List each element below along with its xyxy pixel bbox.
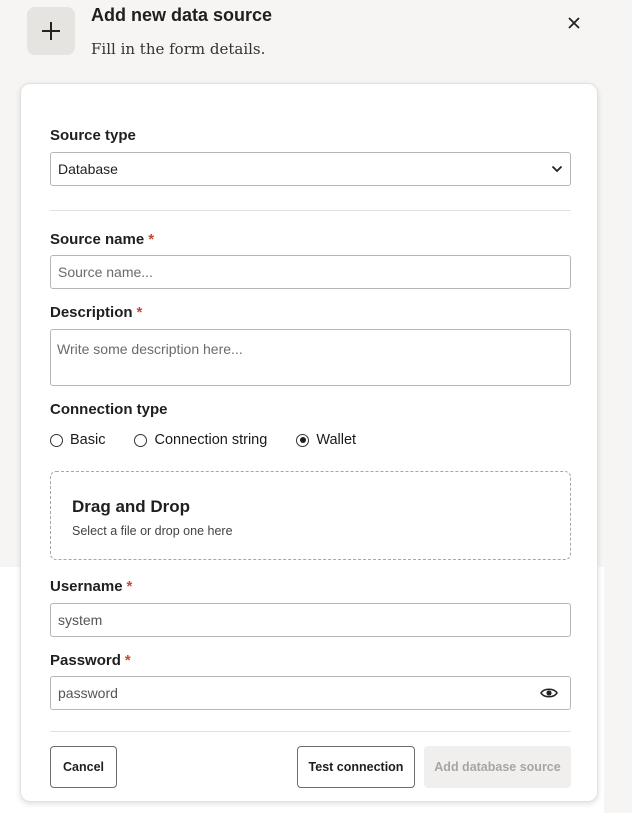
source-name-label: Source name * [50, 231, 155, 248]
username-value: system [58, 612, 103, 628]
chevron-down-icon [551, 165, 563, 173]
footer-divider [50, 731, 571, 732]
close-button[interactable] [563, 12, 585, 34]
show-password-button[interactable] [540, 685, 558, 701]
eye-icon [540, 688, 558, 698]
radio-option-connection-string[interactable]: Connection string [134, 432, 267, 448]
username-label: Username * [50, 578, 133, 595]
radio-button[interactable] [134, 433, 148, 447]
dropzone-title: Drag and Drop [72, 497, 191, 516]
source-type-value: Database [58, 161, 118, 177]
connection-type-radio-group: Basic Connection string Wallet [50, 432, 356, 448]
radio-dot [299, 437, 306, 443]
radio-label: Basic [70, 432, 106, 448]
description-label: Description * [50, 304, 143, 321]
radio-label: Wallet [316, 432, 357, 448]
header-badge [27, 7, 75, 55]
dialog-title: Add new data source [91, 5, 273, 25]
page-background-strip [604, 567, 632, 813]
add-database-source-button: Add database source [424, 746, 571, 788]
radio-button-selected[interactable] [296, 433, 310, 447]
description-textarea[interactable] [50, 329, 571, 386]
password-input[interactable]: password [50, 676, 571, 710]
dropzone-subtitle: Select a file or drop one here [72, 524, 233, 538]
form-card: Source type Database Source name* Descri… [20, 83, 598, 802]
dialog-subtitle: Fill in the form details. [91, 40, 266, 58]
connection-type-label: Connection type [50, 401, 168, 418]
close-icon [568, 17, 580, 29]
password-value: password [58, 685, 118, 701]
password-label: Password * [50, 652, 131, 669]
radio-label: Connection string [154, 432, 268, 448]
radio-option-basic[interactable]: Basic [50, 432, 105, 448]
cancel-button[interactable]: Cancel [50, 746, 117, 788]
file-dropzone[interactable]: Drag and Drop Select a file or drop one … [50, 471, 571, 560]
source-type-label: Source type [50, 127, 136, 144]
username-input[interactable]: system [50, 603, 571, 637]
radio-option-wallet[interactable]: Wallet [296, 432, 356, 448]
source-name-input[interactable] [50, 255, 571, 289]
test-connection-button[interactable]: Test connection [297, 746, 415, 788]
radio-button[interactable] [50, 433, 63, 447]
source-type-select[interactable]: Database [50, 152, 571, 186]
plus-icon [42, 22, 60, 40]
section-divider [50, 210, 571, 211]
